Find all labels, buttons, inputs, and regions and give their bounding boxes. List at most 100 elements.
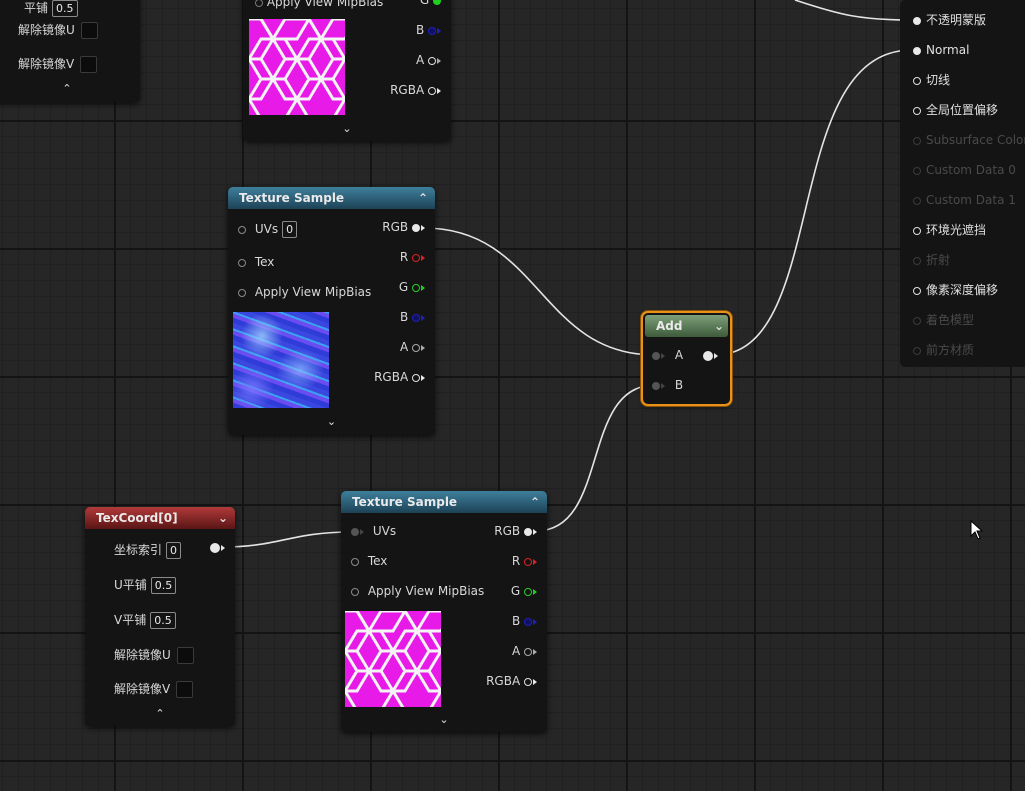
output-r-arrow-icon [533,558,537,565]
output-rgb-arrow-icon [533,528,537,535]
add-node-header[interactable]: Add ⌄ [645,315,728,337]
collapse-chevron-icon[interactable]: ⌄ [714,315,724,337]
output-rgba-arrow-icon [533,678,537,685]
texcoord-unmirror-u-checkbox[interactable] [176,647,194,664]
partial-unmirror-u-row: 解除镜像U [18,20,98,40]
collapse-chevron-icon[interactable]: ⌃ [0,82,140,95]
material-input-label: 着色模型 [926,313,975,327]
input-pin-icon[interactable] [913,106,921,115]
input-pin-icon[interactable] [913,46,921,55]
output-b-pin-icon[interactable] [412,313,420,322]
output-rgba-pin-icon[interactable] [412,373,420,382]
output-r-pin-icon[interactable] [412,253,420,262]
output-g-pin-icon[interactable] [433,0,441,5]
output-a-pin-icon[interactable] [428,56,436,65]
partial-output-b: B [416,20,441,40]
wire-rgb1-to-add-a [423,227,656,356]
mipbias-pin-icon[interactable] [238,288,246,297]
ts1-uvs-row: UVs 0 [238,219,298,239]
expand-chevron-icon[interactable]: ⌄ [228,415,435,428]
input-b-pin-icon[interactable] [652,381,660,390]
material-output-node[interactable]: 不透明蒙版 Normal 切线 全局位置偏移 Subsurface Color … [900,0,1025,367]
texcoord-output-pin-icon[interactable] [210,542,220,553]
output-a-pin-icon[interactable] [412,343,420,352]
output-rgba-label: RGBA [486,674,521,688]
uvs-pin-icon[interactable] [351,527,359,536]
ts1-output-b: B [400,307,425,327]
texture-sample-node-1[interactable]: Texture Sample ⌃ UVs 0 Tex Apply View Mip… [228,187,435,435]
texcoord-output-row [210,537,225,557]
output-g-pin-icon[interactable] [412,283,420,292]
material-input-label: 环境光遮挡 [926,223,987,237]
expand-chevron-icon[interactable]: ⌄ [341,713,547,726]
texcoord-header[interactable]: TexCoord[0] ⌄ [85,507,235,529]
texcoord-unmirror-v-checkbox[interactable] [176,681,194,698]
texture-sample-node-2[interactable]: Texture Sample ⌃ UVs Tex Apply View MipB… [341,491,547,732]
texcoord-unmirror-u-row: 解除镜像U [114,645,194,665]
material-input-row[interactable]: 不透明蒙版 [913,10,986,30]
ts1-output-rgb: RGB [382,217,425,237]
add-output-pin-icon[interactable] [703,350,713,361]
add-node[interactable]: Add ⌄ A B [643,313,730,404]
normal-map-texture-preview [233,312,329,408]
partial-texture-sample-node[interactable]: Apply View MipBias G B A RGBA ⌄ [243,0,451,141]
material-input-row[interactable]: 像素深度偏移 [913,280,998,300]
partial-unmirror-u-checkbox[interactable] [80,22,98,39]
output-b-pin-icon[interactable] [524,617,532,626]
material-input-row[interactable]: 全局位置偏移 [913,100,998,120]
output-r-label: R [399,250,409,264]
texcoord-index-value[interactable]: 0 [166,542,182,559]
output-rgba-pin-icon[interactable] [428,86,436,95]
texcoord-vtile-value[interactable]: 0.5 [150,612,176,629]
input-pin-icon [913,166,921,175]
add-output-row [703,345,718,365]
material-input-row: 着色模型 [913,310,974,330]
output-rgba-pin-icon[interactable] [524,677,532,686]
collapse-chevron-icon[interactable]: ⌃ [418,187,428,209]
texture-sample-1-header[interactable]: Texture Sample ⌃ [228,187,435,209]
input-a-pin-icon[interactable] [652,351,660,360]
material-input-row[interactable]: 切线 [913,70,950,90]
output-g-pin-icon[interactable] [524,587,532,596]
output-rgb-pin-icon[interactable] [524,527,532,536]
partial-unmirror-u-label: 解除镜像U [18,23,75,37]
partial-mipbias-row: Apply View MipBias [255,0,383,12]
tex-pin-icon[interactable] [238,258,246,267]
partial-unmirror-v-checkbox[interactable] [80,56,98,73]
tex-pin-icon[interactable] [351,557,359,566]
ts2-output-rgb: RGB [494,521,537,541]
input-pin-icon[interactable] [913,76,921,85]
ts1-uvs-value[interactable]: 0 [282,221,298,238]
partial-tile-value[interactable]: 0.5 [52,0,78,17]
mipbias-pin-icon[interactable] [351,587,359,596]
output-b-label: B [415,23,425,37]
output-b-pin-icon[interactable] [428,26,436,35]
collapse-chevron-icon[interactable]: ⌄ [218,507,228,529]
texcoord-output-arrow-icon [221,544,225,551]
material-input-label: Subsurface Color [926,133,1025,147]
expand-chevron-icon[interactable]: ⌄ [243,122,451,135]
ts1-tex-row: Tex [238,252,274,272]
output-b-arrow-icon [421,314,425,321]
output-rgb-pin-icon[interactable] [412,223,420,232]
material-input-row[interactable]: Normal [913,40,969,60]
mipbias-pin-icon[interactable] [255,0,263,7]
input-pin-icon [913,346,921,355]
input-pin-icon[interactable] [913,16,921,25]
partial-texcoord-node[interactable]: 平铺 0.5 解除镜像U 解除镜像V ⌃ [0,0,140,102]
input-pin-icon [913,136,921,145]
texcoord-index-row: 坐标索引 0 [114,540,182,560]
input-pin-icon[interactable] [913,226,921,235]
texcoord-unmirror-v-label: 解除镜像V [114,682,171,696]
collapse-chevron-icon[interactable]: ⌃ [85,707,235,720]
output-r-pin-icon[interactable] [524,557,532,566]
input-pin-icon[interactable] [913,286,921,295]
material-input-row[interactable]: 环境光遮挡 [913,220,986,240]
wire-texcoord-to-uvs [221,531,353,548]
uvs-pin-icon[interactable] [238,225,246,234]
output-a-pin-icon[interactable] [524,647,532,656]
texcoord-node[interactable]: TexCoord[0] ⌄ 坐标索引 0 U平铺 0.5 V平铺 0.5 解除镜像U … [85,507,235,726]
texture-sample-2-header[interactable]: Texture Sample ⌃ [341,491,547,513]
collapse-chevron-icon[interactable]: ⌃ [530,491,540,513]
texcoord-utile-value[interactable]: 0.5 [150,577,177,594]
